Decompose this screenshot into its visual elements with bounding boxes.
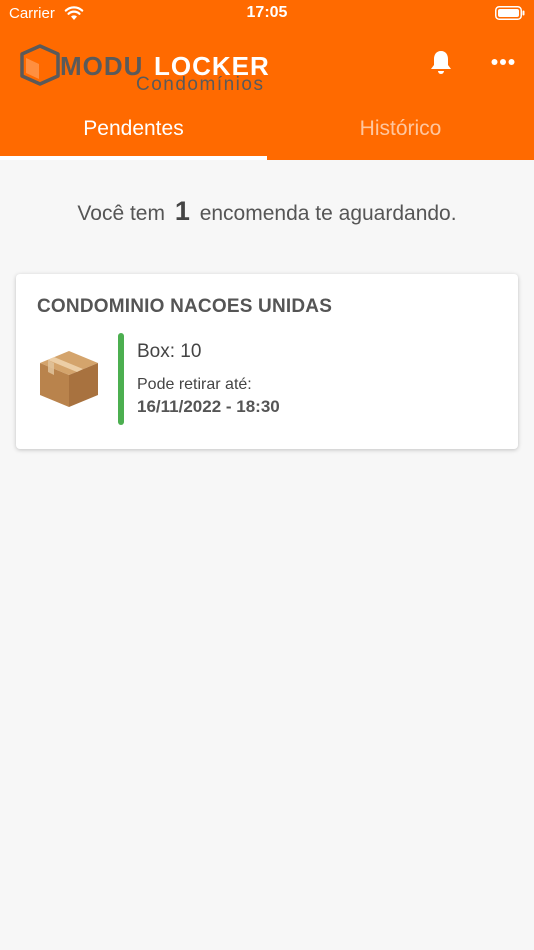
bell-icon [431,51,451,74]
tab-historico[interactable]: Histórico [267,104,534,160]
modulocker-logo: MODU LOCKER Condomínios [20,44,269,92]
summary-suffix: encomenda te aguardando. [199,202,457,225]
pickup-label: Pode retirar até: [137,376,252,393]
tab-bar: Pendentes Histórico [0,104,534,160]
status-bar: Carrier 17:05 [0,0,534,28]
package-card[interactable]: CONDOMINIO NACOES UNIDAS Box: 10 Pode re… [16,274,518,449]
pickup-deadline: 16/11/2022 - 18:30 [137,397,280,416]
battery-icon [495,6,525,20]
tab-pendentes[interactable]: Pendentes [0,104,267,160]
pending-summary: Você tem 1 encomenda te aguardando. [0,196,534,227]
app-header: Carrier 17:05 MODU LOCKER Condomínios Pe… [0,0,534,160]
svg-text:Condomínios: Condomínios [136,74,264,92]
pending-count: 1 [174,196,190,226]
status-time: 17:05 [246,4,288,21]
logo-cube-icon [20,44,60,86]
active-tab-indicator [0,156,267,160]
svg-text:MODU: MODU [60,51,143,81]
more-horizontal-icon [491,59,515,65]
package-status-indicator [118,333,124,425]
condominium-name: CONDOMINIO NACOES UNIDAS [37,296,333,317]
notifications-button[interactable] [426,47,456,77]
package-box-icon [40,351,98,407]
box-number: Box: 10 [137,341,202,362]
summary-prefix: Você tem [77,202,165,225]
more-options-button[interactable] [486,47,520,77]
